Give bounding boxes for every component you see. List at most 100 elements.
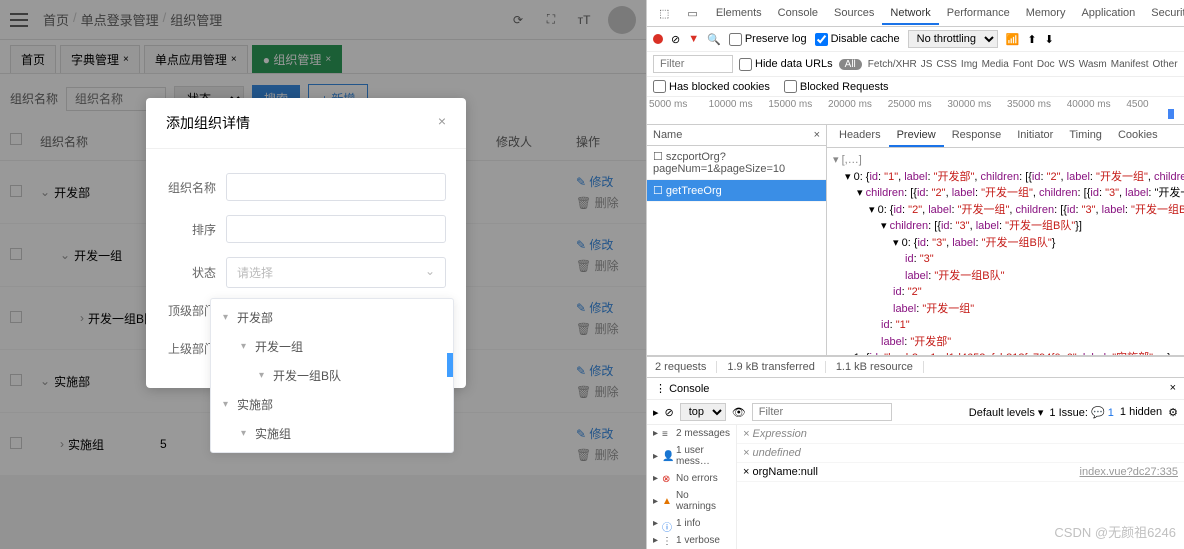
detail-tab-headers[interactable]: Headers — [831, 125, 889, 147]
dt-tab-performance[interactable]: Performance — [939, 3, 1018, 23]
dt-tab-elements[interactable]: Elements — [708, 3, 770, 23]
preview-line[interactable]: label: "开发部" — [833, 334, 1178, 351]
filter-type[interactable]: Fetch/XHR — [868, 59, 917, 70]
filter-icon[interactable]: ▼ — [688, 33, 699, 45]
scope-select[interactable]: top — [680, 403, 726, 421]
clear-console-icon[interactable]: ⊘ — [665, 406, 674, 419]
search-icon[interactable]: 🔍 — [707, 33, 721, 46]
blocked-cookies-checkbox[interactable]: Has blocked cookies — [653, 80, 770, 93]
preview-line[interactable]: label: "开发一组B队" — [833, 268, 1178, 285]
console-line[interactable]: × Expression — [737, 425, 1184, 444]
input-sort[interactable] — [226, 215, 446, 243]
caret-icon[interactable]: ▾ — [241, 428, 251, 439]
tree-item[interactable]: ▾ 开发部 — [211, 303, 453, 332]
tree-item[interactable]: ▾ 实施部 — [211, 390, 453, 419]
detail-tab-cookies[interactable]: Cookies — [1110, 125, 1166, 147]
filter-type[interactable]: Img — [961, 59, 978, 70]
preview-line[interactable]: ▾ 0: {id: "1", label: "开发部", children: [… — [833, 169, 1178, 186]
clear-icon[interactable]: ⊘ — [671, 33, 680, 46]
preserve-log-checkbox[interactable]: Preserve log — [729, 33, 807, 46]
console-group[interactable]: ▸ ▲ No warnings — [647, 487, 736, 515]
filter-type[interactable]: WS — [1059, 59, 1075, 70]
close-console-icon[interactable]: × — [1170, 382, 1176, 395]
issues-link[interactable]: 1 Issue: 💬 1 — [1049, 406, 1113, 419]
preview-pane[interactable]: ▾ [,…]▾ 0: {id: "1", label: "开发部", child… — [827, 148, 1184, 355]
console-group[interactable]: ▸ ⋮ 1 verbose — [647, 532, 736, 549]
console-gear-icon[interactable]: ⚙ — [1168, 406, 1178, 419]
watermark: CSDN @无颜祖6246 — [1054, 522, 1176, 541]
timeline-tick: 4500 — [1124, 99, 1184, 124]
dt-tab-sources[interactable]: Sources — [826, 3, 882, 23]
tree-item[interactable]: ▾ 实施组 — [211, 419, 453, 448]
upload-icon[interactable]: ⬆ — [1027, 33, 1036, 46]
close-icon[interactable]: × — [438, 113, 446, 133]
eye-icon[interactable]: 👁 — [732, 406, 746, 419]
filter-type[interactable]: Other — [1153, 59, 1178, 70]
request-item[interactable]: ☐ getTreeOrg — [647, 180, 826, 202]
console-group[interactable]: ▸ 👤 1 user mess… — [647, 442, 736, 470]
filter-type[interactable]: Font — [1013, 59, 1033, 70]
dt-tab-memory[interactable]: Memory — [1018, 3, 1074, 23]
elements-picker-icon[interactable]: ⬚ — [651, 3, 677, 24]
filter-type[interactable]: Doc — [1037, 59, 1055, 70]
console-line[interactable]: × orgName:nullindex.vue?dc27:335 — [737, 463, 1184, 482]
timeline[interactable]: 5000 ms10000 ms15000 ms20000 ms25000 ms3… — [647, 97, 1184, 125]
request-item[interactable]: ☐ szcportOrg?pageNum=1&pageSize=10 — [647, 146, 826, 180]
console-group[interactable]: ▸ ⓘ 1 info — [647, 515, 736, 532]
detail-tab-response[interactable]: Response — [944, 125, 1010, 147]
hide-data-urls-checkbox[interactable]: Hide data URLs — [739, 58, 833, 71]
preview-line[interactable]: id: "3" — [833, 251, 1178, 268]
console-line[interactable]: × undefined — [737, 444, 1184, 463]
hidden-count: 1 hidden — [1120, 406, 1162, 418]
detail-tab-initiator[interactable]: Initiator — [1009, 125, 1061, 147]
caret-icon[interactable]: ▾ — [223, 399, 233, 410]
preview-line[interactable]: label: "开发一组" — [833, 301, 1178, 318]
dt-tab-network[interactable]: Network — [882, 3, 938, 25]
caret-icon[interactable]: ▾ — [241, 341, 251, 352]
filter-type[interactable]: Wasm — [1079, 59, 1107, 70]
detail-tab-preview[interactable]: Preview — [889, 125, 944, 147]
preview-line[interactable]: ▾ [,…] — [833, 152, 1178, 169]
caret-icon[interactable]: ▾ — [223, 312, 233, 323]
preview-line[interactable]: ▾ 1: {id: "becb2aa1ad1d4652afcb818fc794f… — [833, 350, 1178, 355]
preview-line[interactable]: id: "1" — [833, 317, 1178, 334]
select-status[interactable]: 请选择 — [226, 257, 446, 288]
filter-type[interactable]: JS — [921, 59, 933, 70]
filter-type[interactable]: CSS — [936, 59, 957, 70]
preview-line[interactable]: ▾ children: [{id: "3", label: "开发一组B队"}] — [833, 218, 1178, 235]
preview-line[interactable]: ▾ 0: {id: "3", label: "开发一组B队"} — [833, 235, 1178, 252]
console-menu-icon[interactable]: ▸ — [653, 406, 659, 419]
console-title: Console — [669, 383, 709, 395]
filter-all[interactable]: All — [839, 59, 862, 70]
throttling-select[interactable]: No throttling — [908, 30, 998, 48]
timeline-tick: 30000 ms — [945, 99, 1005, 124]
console-group[interactable]: ▸ ⊗ No errors — [647, 470, 736, 487]
filter-type[interactable]: Manifest — [1111, 59, 1149, 70]
console-group[interactable]: ▸ ≡ 2 messages — [647, 425, 736, 442]
console-filter-input[interactable] — [752, 403, 892, 421]
download-icon[interactable]: ⬇ — [1045, 33, 1054, 46]
name-header: Name — [653, 129, 682, 141]
preview-line[interactable]: id: "2" — [833, 284, 1178, 301]
record-icon[interactable] — [653, 34, 663, 44]
dt-tab-console[interactable]: Console — [770, 3, 826, 23]
req-count: 2 requests — [655, 361, 717, 373]
filter-input[interactable] — [653, 55, 733, 73]
disable-cache-checkbox[interactable]: Disable cache — [815, 33, 900, 46]
dt-tab-security[interactable]: Security — [1143, 3, 1184, 23]
close-panel-icon[interactable]: × — [814, 129, 820, 141]
preview-line[interactable]: ▾ 0: {id: "2", label: "开发一组", children: … — [833, 202, 1178, 219]
caret-icon[interactable]: ▾ — [259, 370, 269, 381]
tree-item[interactable]: ▾ 开发一组 — [211, 332, 453, 361]
dt-tab-application[interactable]: Application — [1073, 3, 1143, 23]
device-toggle-icon[interactable]: ▭ — [679, 3, 705, 24]
wifi-icon[interactable]: 📶 — [1006, 33, 1020, 46]
tree-item[interactable]: ▾ 开发一组B队 — [211, 361, 453, 390]
filter-type[interactable]: Media — [982, 59, 1009, 70]
input-org-name[interactable] — [226, 173, 446, 201]
detail-tab-timing[interactable]: Timing — [1061, 125, 1110, 147]
levels-select[interactable]: Default levels ▾ — [969, 406, 1044, 419]
preview-line[interactable]: ▾ children: [{id: "2", label: "开发一组", ch… — [833, 185, 1178, 202]
blocked-requests-checkbox[interactable]: Blocked Requests — [784, 80, 889, 93]
scrollbar-thumb[interactable] — [447, 353, 453, 377]
